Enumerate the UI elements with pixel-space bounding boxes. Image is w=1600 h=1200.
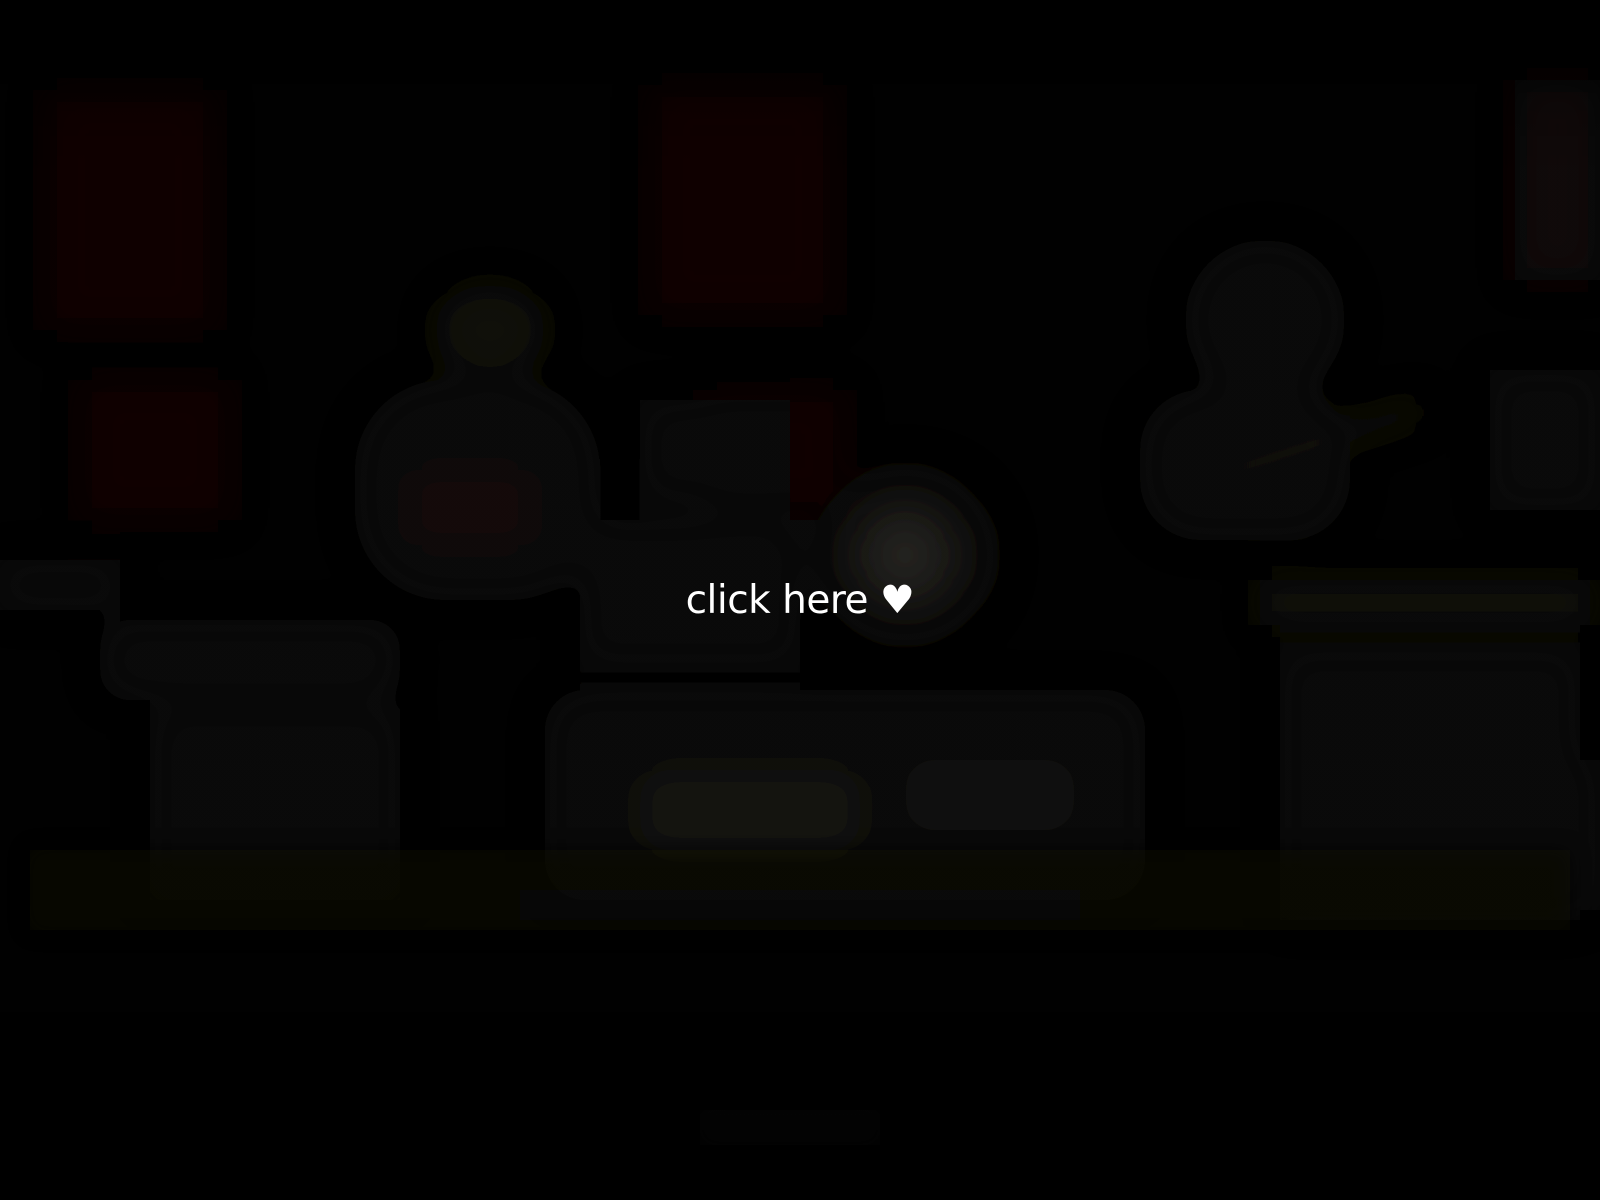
- click-here-link[interactable]: click here ♥: [0, 573, 1600, 629]
- click-here-label: click here ♥: [685, 578, 915, 623]
